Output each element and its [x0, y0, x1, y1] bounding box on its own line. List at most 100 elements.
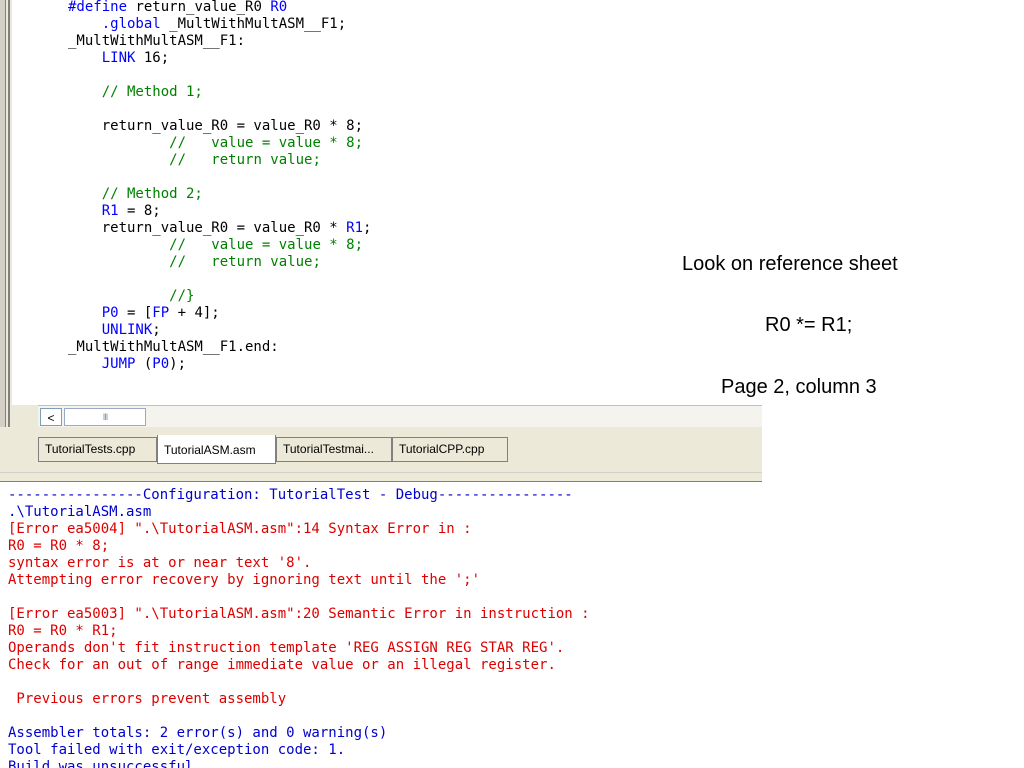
output-line: Check for an out of range immediate valu… [8, 657, 556, 673]
code-line[interactable]: 14 return_value_R0 = value_R0 * 8; [66, 118, 363, 135]
comment-token: // value = value * 8; [169, 237, 364, 253]
tab-file[interactable]: TutorialASM.asm [157, 435, 276, 464]
comment-token: // Method 1; [101, 84, 203, 100]
code-line[interactable]: 25 P0 = [FP + 4]; [66, 305, 220, 322]
code-line[interactable]: 12 // Method 1; [66, 84, 203, 101]
keyword-token: JUMP [101, 356, 136, 372]
keyword-token: .global [101, 16, 161, 32]
scroll-thumb[interactable]: III [64, 408, 146, 426]
output-line: Build was unsuccessful. [8, 759, 202, 768]
keyword-token: P0 [101, 305, 119, 321]
code-token: ; [363, 220, 372, 236]
output-line: R0 = R0 * R1; [8, 623, 118, 639]
output-line: Tool failed with exit/exception code: 1. [8, 742, 346, 758]
code-line[interactable]: 7#define return_value_R0 R0 [66, 0, 287, 16]
keyword-token: #define [68, 0, 128, 15]
breakpoint-margin[interactable] [38, 0, 67, 405]
line-number: 13 [66, 101, 68, 118]
code-line[interactable]: 10 LINK 16; [66, 50, 169, 67]
keyword-token: FP [152, 305, 170, 321]
output-line: Operands don't fit instruction template … [8, 640, 565, 656]
keyword-token: UNLINK [101, 322, 153, 338]
code-token: return_value_R0 = value_R0 * [68, 220, 347, 236]
code-token: ; [152, 322, 161, 338]
code-line[interactable]: 18 // Method 2; [66, 186, 203, 203]
output-line: [Error ea5003] ".\TutorialASM.asm":20 Se… [8, 606, 590, 622]
reference-note: Look on reference sheet [682, 253, 898, 275]
page-note: Page 2, column 3 [721, 376, 877, 398]
comment-token: // value = value * 8; [169, 135, 364, 151]
code-line[interactable]: 15 // value = value * 8; [66, 135, 363, 152]
code-line[interactable]: 23 [66, 271, 68, 288]
code-editor[interactable]: 7#define return_value_R0 R08 .global _Mu… [66, 0, 762, 405]
code-line[interactable]: 29 [66, 373, 68, 390]
keyword-token: R0 [270, 0, 288, 15]
code-line[interactable]: 16 // return value; [66, 152, 321, 169]
comment-token: // return value; [169, 152, 321, 168]
build-output-window[interactable]: ----------------Configuration: TutorialT… [0, 482, 762, 768]
code-line[interactable]: 27_MultWithMultASM__F1.end: [66, 339, 279, 356]
line-number: 23 [66, 271, 68, 288]
instruction-note: R0 *= R1; [765, 314, 853, 336]
code-line[interactable]: 8 .global _MultWithMultASM__F1; [66, 16, 346, 33]
line-number: 29 [66, 373, 68, 390]
code-token: ); [169, 356, 187, 372]
tab-file[interactable]: TutorialCPP.cpp [392, 437, 508, 462]
tab-file[interactable]: TutorialTestmai... [276, 437, 392, 462]
code-line[interactable]: 9_MultWithMultASM__F1: [66, 33, 245, 50]
comment-token: //} [169, 288, 195, 304]
output-line: R0 = R0 * 8; [8, 538, 110, 554]
output-line: Assembler totals: 2 error(s) and 0 warni… [8, 725, 388, 741]
scroll-left-button[interactable]: < [40, 408, 62, 426]
comment-token: // return value; [169, 254, 321, 270]
tab-file[interactable]: TutorialTests.cpp [38, 437, 157, 462]
output-line: syntax error is at or near text '8'. [8, 555, 312, 571]
code-token: _MultWithMultASM__F1; [160, 16, 347, 32]
output-line: Attempting error recovery by ignoring te… [8, 572, 481, 588]
code-line[interactable]: 30 [66, 390, 68, 405]
code-line[interactable]: 13 [66, 101, 68, 118]
code-line[interactable]: 19 R1 = 8; [66, 203, 161, 220]
code-token: _MultWithMultASM__F1: [68, 33, 246, 49]
code-token: ( [135, 356, 153, 372]
code-line[interactable]: 17 [66, 169, 68, 186]
code-line[interactable]: 26 UNLINK; [66, 322, 161, 339]
output-line: ----------------Configuration: TutorialT… [8, 487, 573, 503]
keyword-token: R1 [346, 220, 364, 236]
editor-gutter [12, 0, 39, 405]
output-line: [Error ea5004] ".\TutorialASM.asm":14 Sy… [8, 521, 472, 537]
code-token: = [ [118, 305, 153, 321]
line-number: 17 [66, 169, 68, 186]
pane-splitter[interactable] [0, 472, 762, 482]
window-border-inner [8, 0, 10, 440]
keyword-token: R1 [101, 203, 119, 219]
code-token: return_value_R0 [127, 0, 271, 15]
code-token: _MultWithMultASM__F1.end: [68, 339, 279, 355]
window-border [0, 0, 6, 440]
code-line[interactable]: 24 //} [66, 288, 194, 305]
code-line[interactable]: 21 // value = value * 8; [66, 237, 363, 254]
code-line[interactable]: 20 return_value_R0 = value_R0 * R1; [66, 220, 372, 237]
horizontal-scrollbar[interactable]: < III [38, 405, 762, 428]
keyword-token: P0 [152, 356, 170, 372]
code-line[interactable]: 22 // return value; [66, 254, 321, 271]
line-number: 30 [66, 390, 68, 405]
comment-token: // Method 2; [101, 186, 203, 202]
editor-window: 7#define return_value_R0 R08 .global _Mu… [0, 0, 762, 472]
line-number: 11 [66, 67, 68, 84]
code-line[interactable]: 28 JUMP (P0); [66, 356, 186, 373]
keyword-token: LINK [101, 50, 136, 66]
code-line[interactable]: 11 [66, 67, 68, 84]
code-token: 16; [135, 50, 170, 66]
